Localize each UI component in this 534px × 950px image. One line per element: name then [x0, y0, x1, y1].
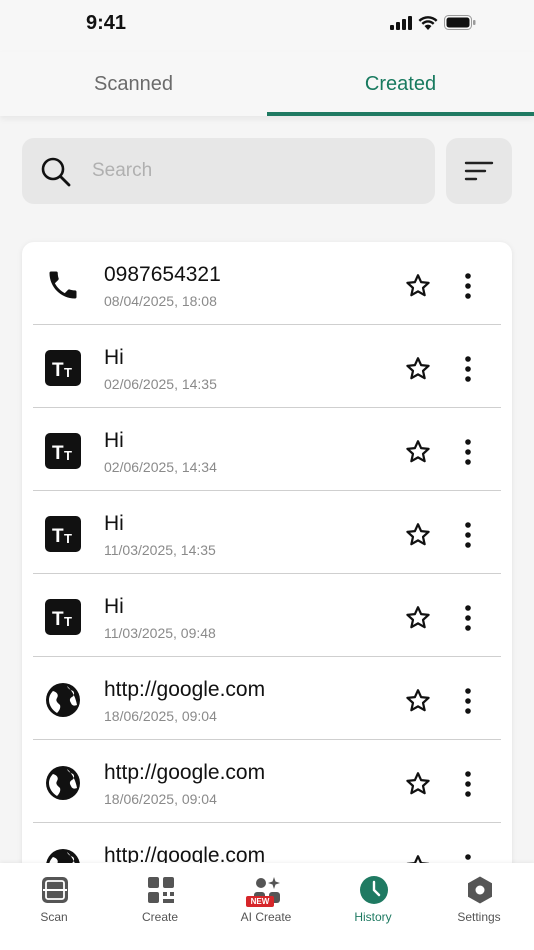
more-options-icon[interactable] [458, 604, 478, 632]
scan-icon [40, 875, 70, 905]
svg-text:T: T [64, 531, 72, 546]
nav-label: Settings [457, 910, 501, 924]
item-title: Hi [104, 429, 124, 452]
tab-bar: Scanned Created [0, 52, 534, 116]
search-input[interactable] [92, 138, 412, 204]
nav-label: History [354, 910, 392, 924]
tab-scanned[interactable]: Scanned [0, 52, 267, 116]
favorite-star-icon[interactable] [404, 272, 432, 300]
list-item[interactable]: T T Hi 02/06/2025, 14:35 [22, 325, 512, 408]
new-badge: NEW [246, 896, 274, 907]
item-date: 08/04/2025, 18:08 [104, 293, 217, 309]
create-grid-icon [146, 875, 176, 905]
nav-item-create[interactable]: Create [107, 863, 213, 950]
globe-icon [44, 681, 82, 719]
phone-icon [44, 266, 82, 304]
item-date: 02/06/2025, 14:35 [104, 376, 217, 392]
favorite-star-icon[interactable] [404, 687, 432, 715]
status-bar: 9:41 [0, 0, 534, 52]
favorite-star-icon[interactable] [404, 604, 432, 632]
item-date: 11/03/2025, 09:48 [104, 625, 216, 641]
more-options-icon[interactable] [458, 521, 478, 549]
sort-icon [464, 161, 494, 181]
svg-text:T: T [64, 614, 72, 629]
text-icon: T T [44, 349, 82, 387]
item-date: 18/06/2025, 09:04 [104, 791, 217, 807]
svg-text:T: T [64, 365, 72, 380]
list-item[interactable]: T T Hi 11/03/2025, 14:35 [22, 491, 512, 574]
list-item[interactable]: http://google.com 18/06/2025, 09:04 [22, 740, 512, 823]
more-options-icon[interactable] [458, 770, 478, 798]
svg-text:T: T [52, 443, 64, 464]
favorite-star-icon[interactable] [404, 438, 432, 466]
nav-label: Scan [40, 910, 68, 924]
more-options-icon[interactable] [458, 272, 478, 300]
hexagon-settings-icon [465, 875, 495, 905]
list-item[interactable]: T T Hi 02/06/2025, 14:34 [22, 408, 512, 491]
wifi-icon [418, 16, 438, 30]
nav-item-history[interactable]: History [320, 863, 426, 950]
favorite-star-icon[interactable] [404, 770, 432, 798]
signal-icon [390, 15, 412, 30]
tab-created[interactable]: Created [267, 52, 534, 116]
search-icon [40, 156, 72, 188]
svg-text:T: T [52, 609, 64, 630]
clock-icon [359, 875, 389, 905]
status-time: 9:41 [86, 12, 127, 34]
item-title: http://google.com [104, 761, 266, 784]
text-icon: T T [44, 515, 82, 553]
nav-label: AI Create [240, 910, 292, 924]
item-title: Hi [104, 595, 124, 618]
nav-item-ai-create[interactable]: NEW AI Create [213, 863, 319, 950]
item-title: Hi [104, 512, 124, 535]
item-title: 0987654321 [104, 263, 221, 286]
nav-item-settings[interactable]: Settings [426, 863, 532, 950]
status-icons [390, 15, 476, 30]
item-title: Hi [104, 346, 124, 369]
list-item[interactable]: http://google.com 18/06/2025, 09:04 [22, 657, 512, 740]
sort-button[interactable] [446, 138, 512, 204]
more-options-icon[interactable] [458, 355, 478, 383]
history-list: 0987654321 08/04/2025, 18:08 T T Hi 02/0… [22, 242, 512, 882]
nav-label: Create [141, 910, 179, 924]
globe-icon [44, 764, 82, 802]
nav-item-scan[interactable]: Scan [1, 863, 107, 950]
item-date: 18/06/2025, 09:04 [104, 708, 217, 724]
active-tab-indicator [267, 112, 534, 116]
svg-text:T: T [52, 360, 64, 381]
item-title: http://google.com [104, 678, 266, 701]
item-date: 02/06/2025, 14:34 [104, 459, 217, 475]
text-icon: T T [44, 598, 82, 636]
more-options-icon[interactable] [458, 438, 478, 466]
search-box[interactable] [22, 138, 435, 204]
bottom-nav: Scan Create NEW AI Create History Settin… [0, 863, 534, 950]
favorite-star-icon[interactable] [404, 521, 432, 549]
list-item[interactable]: T T Hi 11/03/2025, 09:48 [22, 574, 512, 657]
favorite-star-icon[interactable] [404, 355, 432, 383]
text-icon: T T [44, 432, 82, 470]
more-options-icon[interactable] [458, 687, 478, 715]
svg-text:T: T [52, 526, 64, 547]
list-item[interactable]: 0987654321 08/04/2025, 18:08 [22, 242, 512, 325]
svg-text:T: T [64, 448, 72, 463]
battery-icon [444, 15, 476, 30]
item-date: 11/03/2025, 14:35 [104, 542, 216, 558]
